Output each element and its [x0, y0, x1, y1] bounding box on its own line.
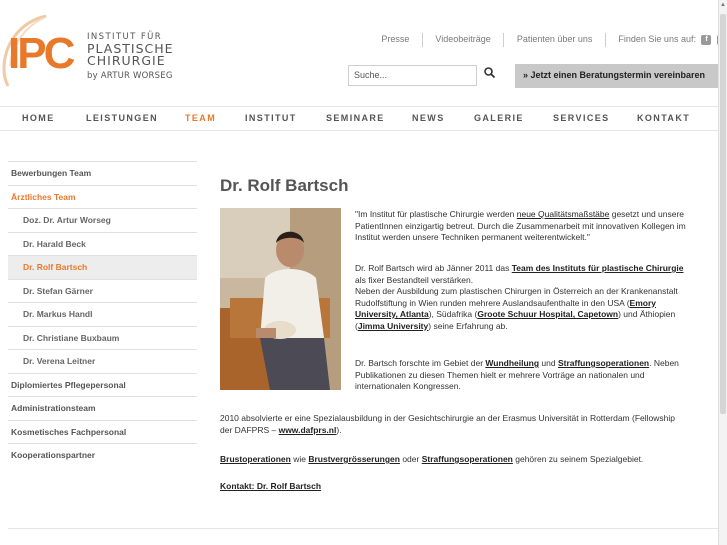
- divider: [421, 33, 423, 47]
- logo-line-4: by ARTUR WORSEG: [87, 71, 173, 81]
- scroll-up-icon[interactable]: ▲: [720, 2, 726, 8]
- quality-link[interactable]: neue Qualitätsmaßstäbe: [517, 209, 610, 219]
- sidebar-item-kooperation[interactable]: Kooperationspartner: [8, 443, 197, 467]
- nav-leistungen[interactable]: LEISTUNGEN: [86, 113, 158, 123]
- text-run: der DAFPRS –: [220, 424, 279, 435]
- sidebar-item-kosmetik[interactable]: Kosmetisches Fachpersonal: [8, 419, 197, 444]
- nav-kontakt[interactable]: KONTAKT: [637, 113, 690, 123]
- nav-galerie[interactable]: GALERIE: [474, 113, 524, 123]
- text-run: gehören zu seinem Spezialgebiet.: [512, 454, 644, 464]
- text-line: internationalen Kongressen.: [355, 381, 461, 391]
- text-run: "Im Institut für plastische Chirurgie we…: [355, 209, 517, 219]
- sidebar-item-gaerner[interactable]: Dr. Stefan Gärner: [8, 278, 197, 303]
- sidebar-item-beck[interactable]: Dr. Harald Beck: [8, 231, 197, 256]
- wundheilung-link[interactable]: Wundheilung: [485, 358, 539, 368]
- brustoperationen-link[interactable]: Brustoperationen: [220, 454, 291, 464]
- text-run: Dr. Rolf Bartsch wird ab Jänner 2011 das: [355, 263, 512, 273]
- main-nav: HOME LEISTUNGEN TEAM INSTITUT SEMINARE N…: [0, 106, 727, 131]
- text-run: und: [539, 358, 558, 368]
- institute-team-link[interactable]: Team des Instituts für plastische Chirur…: [512, 263, 684, 273]
- text-run: Rudolfstiftung in Wien runden mehrere Au…: [355, 297, 630, 308]
- scroll-thumb[interactable]: [720, 14, 726, 414]
- quote-paragraph: "Im Institut für plastische Chirurgie we…: [355, 209, 727, 244]
- text-line: Institut werden unsere Techniken permane…: [355, 232, 590, 242]
- emory-link[interactable]: Emory: [630, 298, 656, 308]
- text-run: Dr. Bartsch forschte im Gebiet der: [355, 358, 486, 368]
- jimma-link[interactable]: Jimma University: [358, 321, 428, 331]
- sidebar-item-administration[interactable]: Administrationsteam: [8, 396, 197, 420]
- text-run: oder: [399, 454, 422, 464]
- sidebar-item-pflegepersonal[interactable]: Diplomiertes Pflegepersonal: [8, 372, 197, 397]
- logo-line-3: CHIRURGIE: [87, 53, 166, 68]
- text-run: wie: [290, 454, 309, 464]
- text-run: ).: [336, 424, 342, 435]
- sidebar-item-bewerbungen[interactable]: Bewerbungen Team: [8, 161, 197, 185]
- scrollbar[interactable]: ▲: [718, 0, 727, 545]
- top-links: Presse Videobeiträge Patienten über uns …: [381, 33, 727, 47]
- contact-link[interactable]: Kontakt: Dr. Rolf Bartsch: [220, 481, 321, 491]
- text-line: PatientInnen einzigartig betreut. Durch …: [355, 220, 686, 231]
- nav-team[interactable]: TEAM: [185, 113, 216, 123]
- footer-divider: [8, 528, 727, 529]
- nav-home[interactable]: HOME: [22, 113, 55, 123]
- text-line: als fixer Bestandteil verstärken.: [355, 274, 474, 285]
- text-run: ) und Äthiopien: [618, 309, 676, 319]
- logo-mark: IPC: [8, 29, 75, 78]
- text-line: 2010 absolvierte er eine Spezialausbildu…: [220, 413, 675, 423]
- sidebar-item-buxbaum[interactable]: Dr. Christiane Buxbaum: [8, 325, 197, 350]
- straffungsoperationen-link[interactable]: Straffungsoperationen: [422, 454, 513, 464]
- text-run: ) seine Erfahrung ab.: [428, 320, 508, 331]
- contact-paragraph: Kontakt: Dr. Rolf Bartsch: [220, 481, 727, 493]
- find-us-label: Finden Sie uns auf:: [618, 34, 696, 45]
- patients-link[interactable]: Patienten über uns: [517, 34, 593, 44]
- nav-services[interactable]: SERVICES: [553, 113, 610, 123]
- divider: [503, 33, 505, 47]
- search-icon[interactable]: [483, 66, 497, 80]
- text-line: Neben der Ausbildung zum plastischen Chi…: [355, 286, 678, 296]
- text-run: . Neben: [649, 358, 679, 368]
- nav-seminare[interactable]: SEMINARE: [326, 113, 385, 123]
- sidebar-item-handl[interactable]: Dr. Markus Handl: [8, 302, 197, 326]
- page-title: Dr. Rolf Bartsch: [220, 176, 349, 195]
- brustvergroesserungen-link[interactable]: Brustvergrösserungen: [308, 454, 400, 464]
- emory-link-cont[interactable]: University, Atlanta: [355, 309, 429, 319]
- sidebar-item-worseg[interactable]: Doz. Dr. Artur Worseg: [8, 208, 197, 232]
- sidebar: Bewerbungen Team Ärztliches Team Doz. Dr…: [8, 161, 197, 467]
- nav-institut[interactable]: INSTITUT: [245, 113, 297, 123]
- text-line: Publikationen zu diesen Themen hielt er …: [355, 369, 645, 380]
- search-input[interactable]: Suche...: [348, 65, 477, 86]
- facebook-icon[interactable]: f: [701, 35, 712, 45]
- text-run: ), Südafrika (: [428, 309, 478, 319]
- straffung-link[interactable]: Straffungsoperationen: [558, 358, 649, 368]
- video-link[interactable]: Videobeiträge: [435, 34, 490, 44]
- sidebar-item-aerztliches-team[interactable]: Ärztliches Team: [8, 184, 197, 209]
- specialty-paragraph: Brustoperationen wie Brustvergrösserunge…: [220, 454, 727, 466]
- appointment-button[interactable]: » Jetzt einen Beratungstermin vereinbare…: [515, 64, 727, 88]
- site-logo[interactable]: IPC INSTITUT FÜR PLASTISCHE CHIRURGIE by…: [0, 14, 190, 89]
- divider: [604, 33, 606, 47]
- dafprs-link[interactable]: www.dafprs.nl: [279, 425, 337, 435]
- groote-schuur-link[interactable]: Groote Schuur Hospital, Capetown: [477, 309, 618, 319]
- sidebar-item-bartsch[interactable]: Dr. Rolf Bartsch: [8, 255, 197, 279]
- fellowship-paragraph: 2010 absolvierte er eine Spezialausbildu…: [220, 413, 727, 436]
- bio-paragraph: Dr. Rolf Bartsch wird ab Jänner 2011 das…: [355, 263, 727, 332]
- research-paragraph: Dr. Bartsch forschte im Gebiet der Wundh…: [355, 358, 727, 393]
- doctor-portrait: [220, 208, 341, 390]
- sidebar-item-leitner[interactable]: Dr. Verena Leitner: [8, 349, 197, 373]
- presse-link[interactable]: Presse: [381, 34, 409, 44]
- logo-wordmark: INSTITUT FÜR PLASTISCHE CHIRURGIE by ART…: [87, 31, 174, 82]
- nav-news[interactable]: NEWS: [412, 113, 445, 123]
- text-run: gesetzt und unsere: [609, 209, 685, 219]
